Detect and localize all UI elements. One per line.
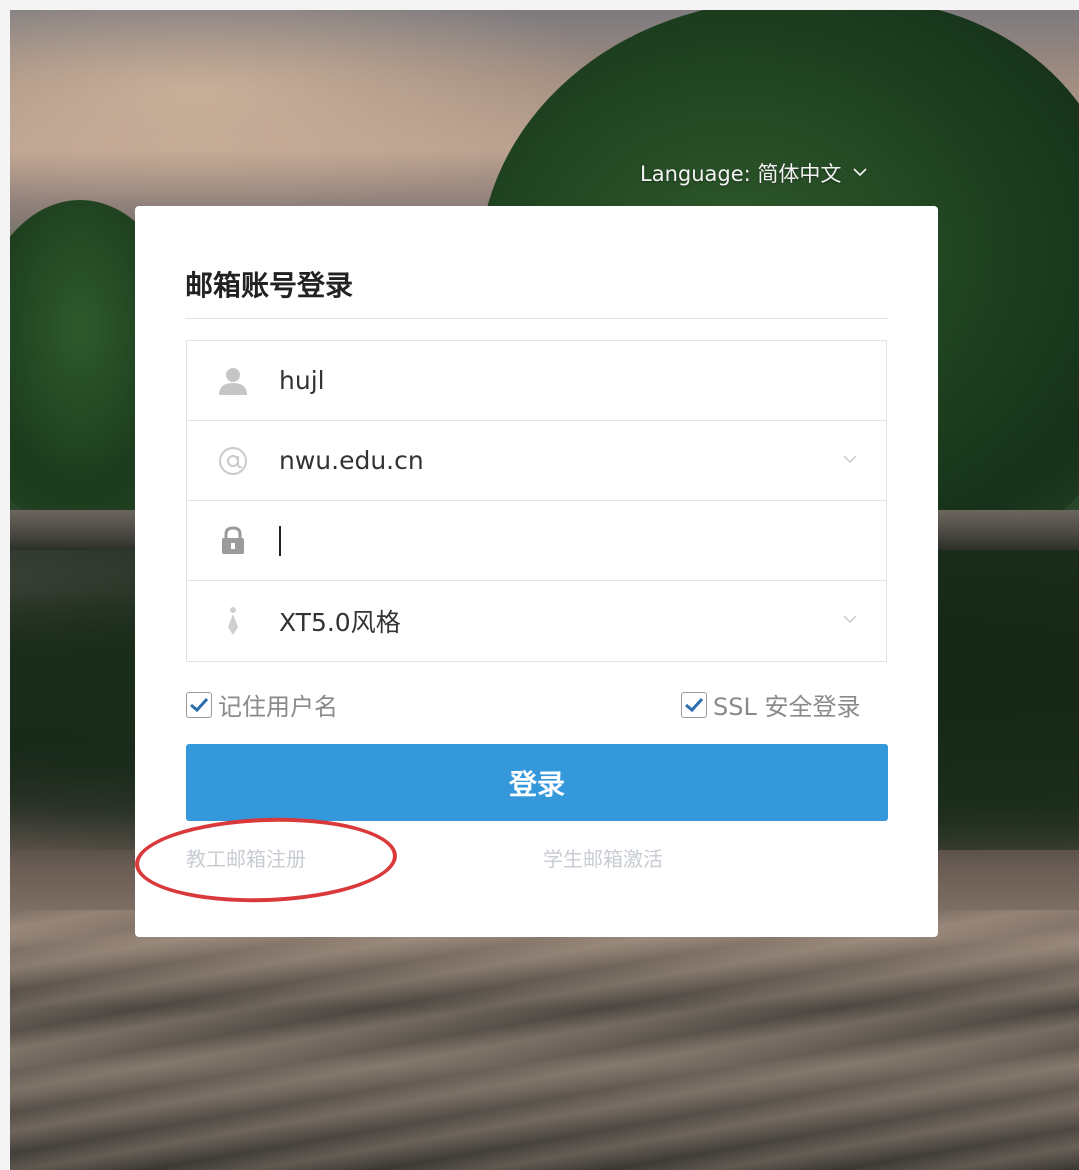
chevron-down-icon (853, 165, 867, 181)
title-divider (185, 318, 888, 319)
domain-select[interactable]: nwu.edu.cn (187, 421, 886, 501)
cloud-reflection (10, 910, 1079, 1170)
check-icon (186, 691, 212, 718)
login-button[interactable]: 登录 (186, 744, 888, 821)
password-field[interactable] (187, 501, 886, 581)
lock-icon (187, 525, 279, 557)
ssl-login-checkbox[interactable]: SSL 安全登录 (681, 687, 860, 722)
tie-icon (187, 605, 279, 637)
staff-register-link[interactable]: 教工邮箱注册 (186, 843, 306, 872)
style-value: XT5.0风格 (279, 608, 401, 637)
check-icon (681, 691, 707, 718)
chevron-down-icon (842, 449, 858, 468)
login-card: 邮箱账号登录 hujl nwu.edu.cn XT5.0风格 记住用户名 SSL… (135, 206, 938, 937)
login-fields: hujl nwu.edu.cn XT5.0风格 (186, 340, 887, 662)
style-select[interactable]: XT5.0风格 (187, 581, 886, 661)
student-activate-link[interactable]: 学生邮箱激活 (543, 843, 663, 872)
ssl-login-label: SSL 安全登录 (713, 693, 861, 721)
username-field[interactable]: hujl (187, 341, 886, 421)
login-title: 邮箱账号登录 (185, 269, 354, 302)
language-selector[interactable]: Language: 简体中文 (640, 158, 867, 188)
username-value: hujl (279, 366, 325, 395)
remember-username-checkbox[interactable]: 记住用户名 (186, 687, 338, 722)
text-cursor (279, 525, 281, 556)
remember-username-label: 记住用户名 (218, 693, 338, 721)
user-icon (187, 365, 279, 397)
at-icon (187, 445, 279, 477)
language-label: Language: 简体中文 (640, 162, 842, 186)
chevron-down-icon (842, 609, 858, 628)
page: Language: 简体中文 邮箱账号登录 hujl nwu.edu.cn XT… (0, 0, 1079, 1170)
domain-value: nwu.edu.cn (279, 446, 424, 475)
